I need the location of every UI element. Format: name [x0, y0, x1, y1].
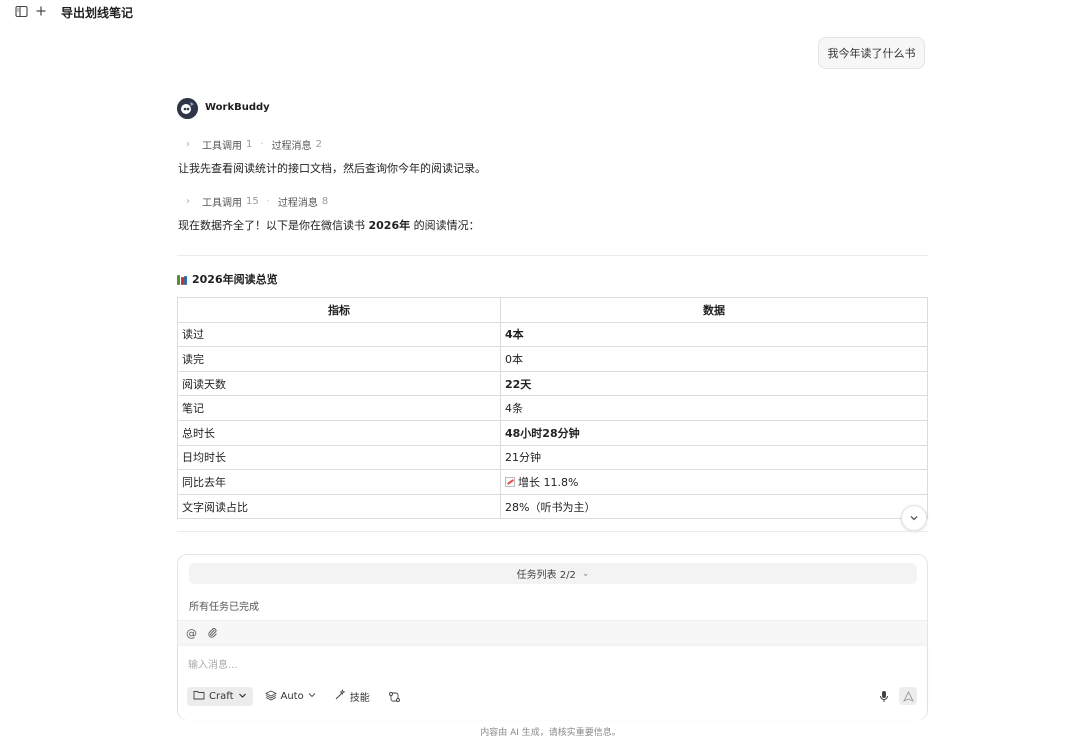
table-row: 阅读天数 22天 [177, 370, 928, 397]
folder-icon [193, 690, 205, 703]
composer-toolbar: Craft Auto 技能 [187, 687, 407, 706]
message-input-area: 输入消息... Craft Auto 技能 [178, 646, 927, 720]
process-messages-count: 8 [321, 196, 329, 207]
attachment-row: @ [178, 620, 927, 646]
assistant-message-2: 现在数据齐全了！以下是你在微信读书 2026年 的阅读情况： [178, 217, 480, 233]
value-cell: 增长 11.8% [500, 469, 928, 495]
chevron-down-icon: ⌄ [581, 568, 590, 579]
plus-icon[interactable] [34, 4, 48, 18]
send-button[interactable] [899, 687, 917, 705]
metric-cell: 日均时长 [177, 444, 501, 471]
ai-disclaimer: 内容由 AI 生成，请核实重要信息。 [480, 728, 621, 738]
value-cell: 28%（听书为主） [500, 493, 928, 520]
divider [177, 531, 928, 532]
task-status-text: 所有任务已完成 [189, 602, 259, 613]
message-2-suffix: 的阅读情况： [410, 219, 480, 232]
tool-calls-count: 15 [246, 196, 259, 207]
table-row: 笔记 4条 [177, 395, 928, 421]
message-input[interactable]: 输入消息... [188, 656, 238, 671]
tool-calls-toggle-1[interactable]: › 工具调用 1 · 过程消息 2 [186, 137, 322, 152]
metric-cell: 阅读天数 [177, 370, 501, 397]
column-header-metric: 指标 [177, 297, 501, 323]
microphone-icon[interactable] [877, 688, 891, 704]
table-row: 日均时长 21分钟 [177, 444, 928, 471]
separator-dot: · [260, 139, 264, 150]
table-header-row: 指标 数据 [177, 297, 928, 323]
route-icon[interactable] [382, 687, 407, 706]
skills-label: 技能 [349, 693, 370, 704]
separator-dot: · [266, 196, 270, 207]
process-messages-count: 2 [315, 139, 322, 150]
chevron-right-icon: › [186, 139, 190, 150]
table-row: 读过 4本 [177, 321, 928, 348]
task-list-toggle[interactable]: 任务列表 2/2 ⌄ [189, 563, 917, 584]
books-icon [177, 274, 188, 285]
paperclip-icon[interactable] [207, 627, 218, 641]
section-title: 2026年阅读总览 [177, 271, 278, 287]
table-row: 同比去年 增长 11.8% [177, 469, 928, 495]
column-header-value: 数据 [500, 297, 928, 323]
scroll-to-bottom-button[interactable] [901, 505, 927, 531]
assistant-avatar [177, 98, 198, 119]
composer-right-actions [877, 687, 917, 705]
chevron-right-icon: › [186, 196, 190, 207]
table-row: 读完 0本 [177, 346, 928, 372]
value-text: 增长 11.8% [518, 475, 579, 489]
message-2-prefix: 现在数据齐全了！以下是你在微信读书 [178, 219, 369, 232]
composer-card: 任务列表 2/2 ⌄ 所有任务已完成 @ 输入消息... Craft Auto … [177, 554, 928, 720]
assistant-name: WorkBuddy [205, 102, 270, 113]
wand-icon [334, 688, 346, 704]
tool-calls-label: 工具调用 [202, 141, 242, 152]
metric-cell: 笔记 [177, 395, 501, 421]
message-2-year: 2026年 [368, 219, 411, 232]
task-list-label: 任务列表 2/2 [516, 570, 576, 581]
metric-cell: 文字阅读占比 [177, 493, 501, 520]
value-cell: 4本 [500, 321, 928, 348]
layers-icon [264, 689, 277, 704]
chevron-down-icon [238, 691, 247, 703]
metric-cell: 总时长 [177, 419, 501, 446]
reading-stats-table: 指标 数据 读过 4本 读完 0本 阅读天数 22天 笔记 4条 总时长 48小时28分钟 日均时长… [177, 297, 928, 520]
value-cell: 21分钟 [500, 444, 928, 471]
tool-calls-count: 1 [246, 139, 253, 150]
skills-button[interactable]: 技能 [328, 687, 376, 706]
divider [177, 255, 928, 256]
mode-select-button[interactable]: Craft [187, 687, 253, 706]
mention-icon[interactable]: @ [186, 627, 197, 640]
table-row: 文字阅读占比 28%（听书为主） [177, 493, 928, 520]
table-row: 总时长 48小时28分钟 [177, 419, 928, 446]
mode-label: Craft [209, 691, 234, 702]
conversation-title: 导出划线笔记 [61, 6, 134, 20]
process-messages-label: 过程消息 [277, 198, 318, 209]
process-messages-label: 过程消息 [271, 141, 312, 152]
metric-cell: 同比去年 [177, 469, 501, 495]
model-select-button[interactable]: Auto [259, 687, 322, 706]
model-label: Auto [280, 691, 304, 702]
sidebar-toggle-icon[interactable] [14, 4, 28, 18]
tool-calls-label: 工具调用 [202, 198, 242, 209]
send-icon [902, 690, 914, 702]
user-message-bubble: 我今年读了什么书 [818, 37, 925, 69]
value-cell: 4条 [500, 395, 928, 421]
chevron-down-icon [308, 691, 316, 702]
metric-cell: 读完 [177, 346, 501, 372]
top-bar: 导出划线笔记 [0, 0, 1080, 24]
section-title-text: 2026年阅读总览 [192, 273, 278, 286]
metric-cell: 读过 [177, 321, 501, 348]
assistant-message-1: 让我先查看阅读统计的接口文档，然后查询你今年的阅读记录。 [178, 162, 486, 175]
chevron-down-icon [910, 516, 918, 521]
value-cell: 22天 [500, 370, 928, 397]
value-cell: 0本 [500, 346, 928, 372]
chart-increasing-icon [505, 476, 515, 487]
tool-calls-toggle-2[interactable]: › 工具调用 15 · 过程消息 8 [186, 194, 328, 209]
value-cell: 48小时28分钟 [500, 419, 928, 446]
